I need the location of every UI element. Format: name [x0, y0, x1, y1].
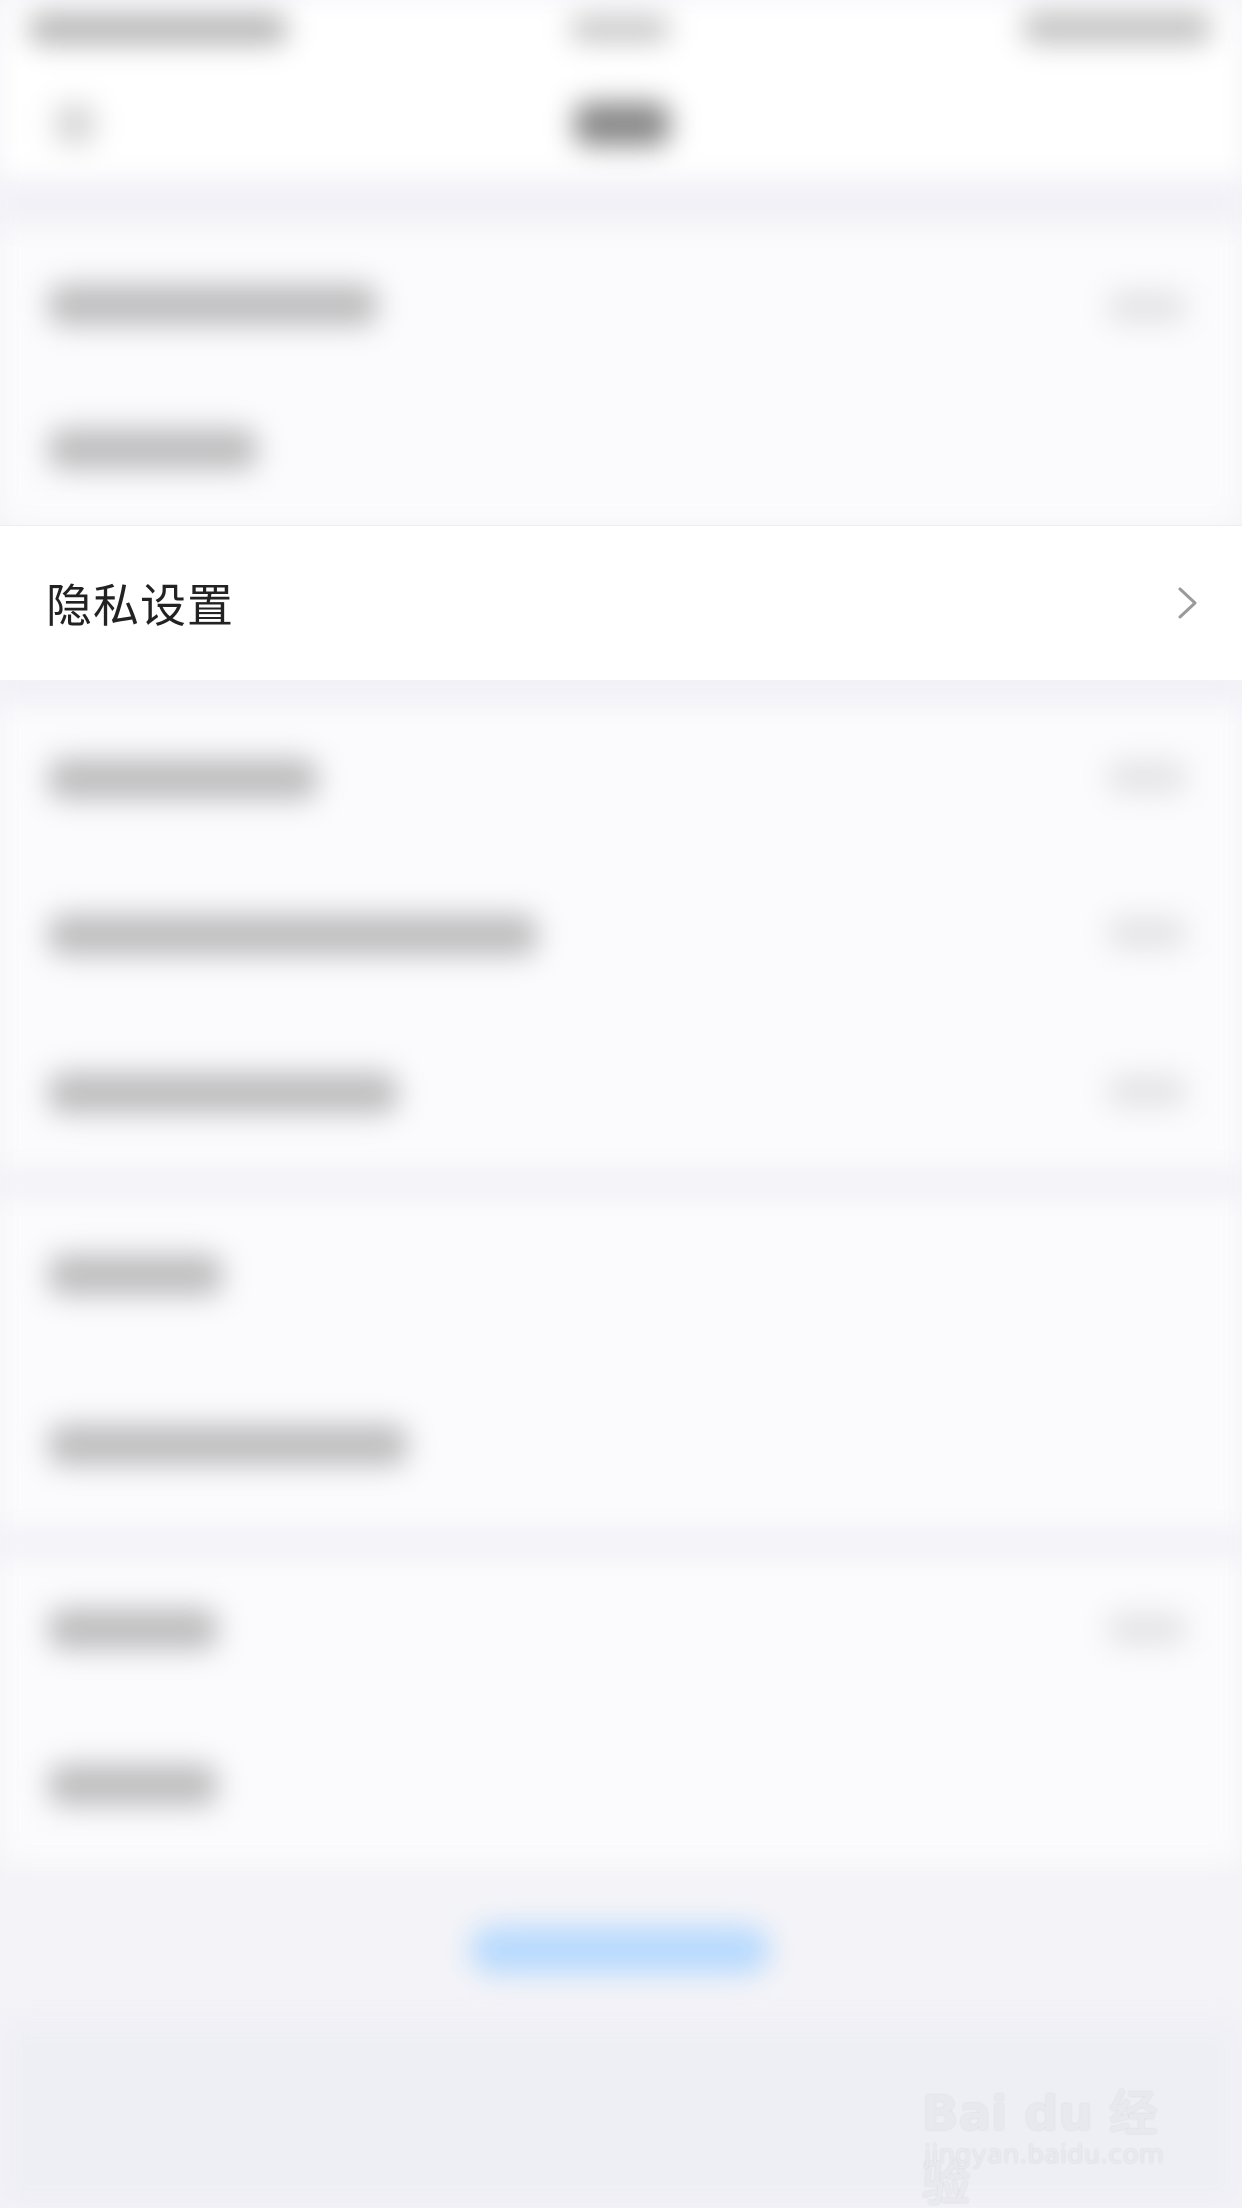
row-toggle [1107, 760, 1187, 794]
status-bar-right [1022, 12, 1212, 44]
row-label [48, 1254, 223, 1296]
status-bar-time [570, 16, 670, 42]
settings-row[interactable] [0, 224, 1242, 374]
row-value [1107, 290, 1187, 324]
settings-row[interactable] [0, 1364, 1242, 1534]
row-label [48, 1764, 218, 1806]
section-gap [0, 1534, 1242, 1552]
row-value [1107, 1612, 1187, 1646]
chevron-right-icon [1178, 587, 1197, 619]
watermark-url: jingyan.baidu.com [924, 2140, 1164, 2170]
settings-screen: 隐私设置 Bai du 经验 jingyan.baidu.com [0, 0, 1242, 2208]
settings-row[interactable] [0, 1708, 1242, 1864]
settings-row[interactable] [0, 1192, 1242, 1364]
back-icon[interactable] [55, 104, 95, 144]
section-gap [0, 1174, 1242, 1192]
settings-row[interactable] [0, 374, 1242, 525]
row-toggle [1107, 1074, 1187, 1108]
settings-row[interactable] [0, 700, 1242, 858]
row-label [48, 428, 258, 470]
row-toggle [1107, 916, 1187, 950]
section-gap [0, 180, 1242, 224]
nav-bar [0, 64, 1242, 180]
baidu-jingyan-watermark: Bai du 经验 jingyan.baidu.com [922, 2074, 1182, 2208]
row-label [48, 284, 378, 326]
settings-row[interactable] [0, 1016, 1242, 1174]
settings-row[interactable] [0, 858, 1242, 1016]
row-label [48, 1424, 408, 1466]
page-title [574, 102, 670, 146]
row-label [48, 758, 318, 800]
row-label [48, 914, 538, 956]
settings-row[interactable] [0, 1552, 1242, 1708]
row-label [48, 1608, 218, 1650]
status-bar [0, 0, 1242, 64]
privacy-settings-label: 隐私设置 [46, 579, 234, 633]
status-bar-left [28, 14, 288, 44]
privacy-settings-row[interactable]: 隐私设置 [0, 525, 1242, 680]
row-label [48, 1072, 398, 1114]
blurred-background [0, 0, 1242, 2208]
section-gap [0, 680, 1242, 700]
bottom-link[interactable] [470, 1926, 770, 1974]
